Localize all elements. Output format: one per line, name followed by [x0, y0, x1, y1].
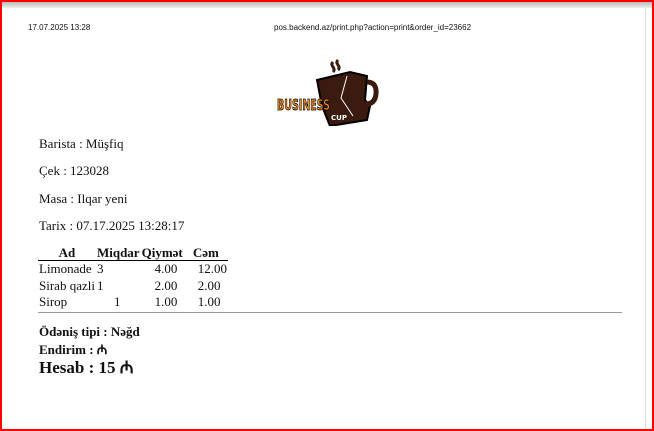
column-header: Cəm: [183, 246, 228, 261]
column-header: Ad: [38, 246, 96, 261]
column-header: Miqdar: [95, 245, 141, 261]
item-price: 4.00: [154, 261, 178, 276]
table-row: Limonade 3 4.00 12.00: [38, 261, 228, 278]
svg-text:CUP: CUP: [331, 114, 347, 122]
column-header: Qiymət: [140, 245, 184, 261]
item-price: 1.00: [154, 294, 178, 309]
table-header-row: Ad Miqdar Qiymət Cəm: [38, 246, 228, 261]
barista-line: Barista : Müşfiq: [39, 136, 124, 151]
item-name: Sirop: [39, 294, 68, 309]
item-name: Limonade: [39, 261, 92, 276]
items-table: Ad Miqdar Qiymət Cəm Limonade 3 4.00 12.00 …: [38, 246, 228, 311]
table-row: Sirab qazli 1 2.00 2.00: [38, 278, 228, 295]
item-qty: 3: [96, 261, 104, 276]
date-line: Tarix : 07.17.2025 13:28:17: [39, 218, 185, 233]
payment-type: Ödəniş tipi : Nəğd: [39, 324, 140, 339]
item-qty: 1: [113, 294, 121, 309]
table-line: Masa : Ilqar yeni: [39, 191, 128, 206]
total-amount: Hesab : 15 ₼: [39, 358, 134, 377]
print-url: pos.backend.az/print.php?action=print&or…: [274, 23, 472, 32]
business-cup-logo: BUSINESS CUP: [277, 58, 379, 126]
page-edge: [645, 8, 646, 428]
item-total: 1.00: [197, 294, 221, 309]
item-total: 12.00: [197, 261, 227, 276]
table-row: Sirop 1 1.00 1.00: [38, 294, 228, 311]
item-qty: 1: [96, 277, 104, 293]
top-strip: [2, 2, 652, 8]
svg-text:BUSINESS: BUSINESS: [277, 96, 330, 114]
print-datetime: 17.07.2025 13:28: [28, 23, 91, 32]
divider: [38, 312, 622, 313]
item-price: 2.00: [154, 277, 178, 293]
item-name: Sirab qazli: [39, 277, 95, 293]
item-total: 2.00: [197, 277, 221, 293]
check-line: Çek : 123028: [39, 163, 110, 178]
